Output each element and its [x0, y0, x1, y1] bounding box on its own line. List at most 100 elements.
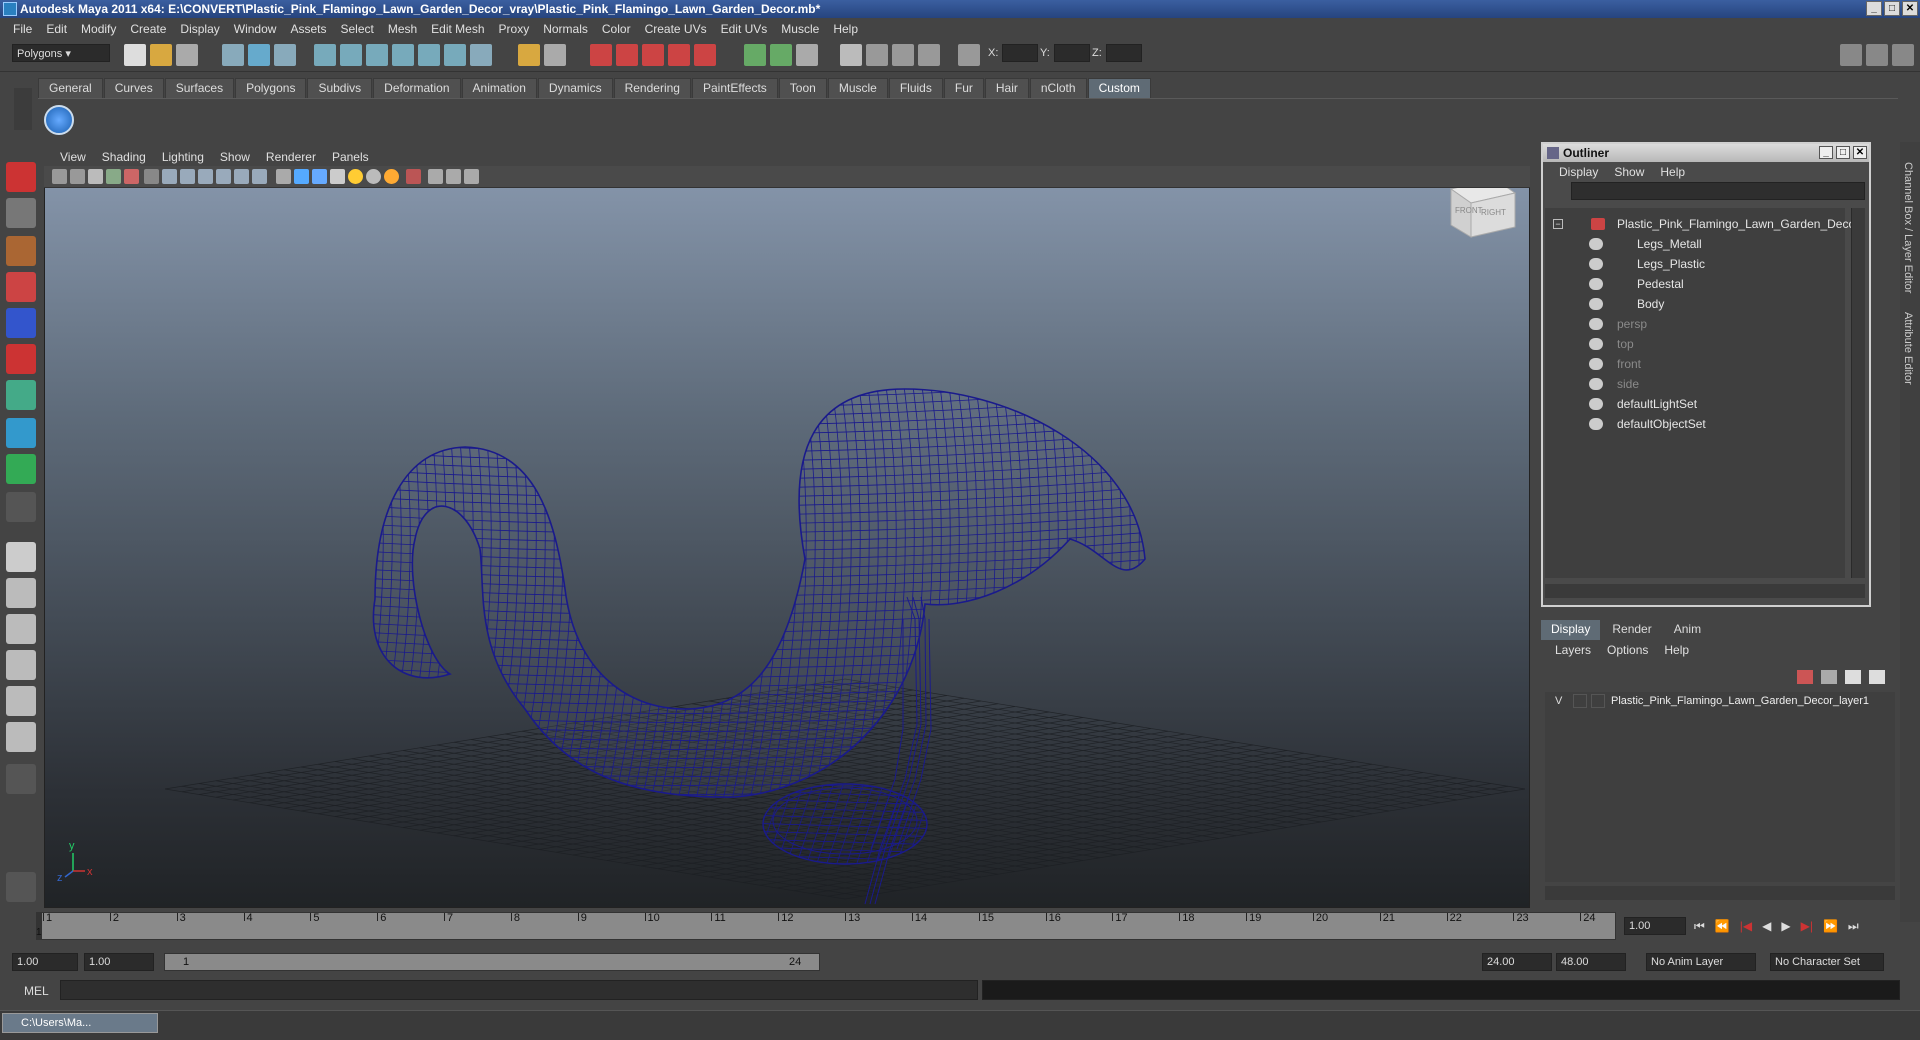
menu-file[interactable]: File [6, 22, 39, 36]
magnet-curve-icon[interactable] [616, 44, 638, 66]
selection-mask-icon[interactable] [544, 44, 566, 66]
tab-custom[interactable]: Custom [1087, 78, 1151, 98]
tab-fur[interactable]: Fur [943, 78, 984, 98]
attribute-editor-toggle-icon[interactable] [1840, 44, 1862, 66]
time-slider[interactable]: 1 2 3 4 5 6 7 8 9 10 11 12 13 14 15 16 17 18 19 20 21 22 23 24 [36, 912, 1616, 940]
snap-live-icon[interactable] [418, 44, 440, 66]
current-time-field[interactable]: 1.00 [1624, 917, 1686, 935]
outliner-close-icon[interactable]: ✕ [1853, 146, 1867, 159]
checkmark-shelf-icon[interactable] [44, 105, 74, 135]
magnet-icon[interactable] [590, 44, 612, 66]
outliner-item[interactable]: Pedestal [1545, 274, 1845, 294]
shelf-menu-icon[interactable] [14, 88, 32, 130]
camera-bookmark-icon[interactable] [70, 169, 85, 184]
snap-grid-icon[interactable] [314, 44, 336, 66]
outliner-vertical-scrollbar[interactable] [1851, 208, 1865, 578]
textured-icon[interactable] [330, 169, 345, 184]
save-scene-icon[interactable] [176, 44, 198, 66]
tab-general[interactable]: General [38, 78, 103, 98]
character-set-dropdown[interactable]: No Character Set [1770, 953, 1884, 971]
resolution-gate-icon[interactable] [180, 169, 195, 184]
render-settings-icon[interactable] [918, 44, 940, 66]
outliner-menu-help[interactable]: Help [1652, 165, 1693, 179]
new-scene-icon[interactable] [124, 44, 146, 66]
field-chart-icon[interactable] [216, 169, 231, 184]
go-to-end-icon[interactable]: ⏭ [1848, 919, 1859, 934]
rotate-tool-icon[interactable] [6, 308, 36, 338]
collapse-toggle-icon[interactable]: − [1553, 219, 1563, 229]
vp-menu-shading[interactable]: Shading [94, 150, 154, 164]
xray-joints-icon[interactable] [446, 169, 461, 184]
menu-window[interactable]: Window [227, 22, 284, 36]
outliner-minimize-icon[interactable]: _ [1819, 146, 1833, 159]
go-to-start-icon[interactable]: ⏮ [1694, 919, 1705, 934]
z-input[interactable] [1106, 44, 1142, 62]
menu-edit[interactable]: Edit [39, 22, 74, 36]
menu-create-uvs[interactable]: Create UVs [638, 22, 714, 36]
maximize-icon[interactable]: □ [1884, 1, 1900, 16]
menu-normals[interactable]: Normals [536, 22, 595, 36]
tab-toon[interactable]: Toon [778, 78, 827, 98]
range-slider[interactable]: 1 24 [164, 953, 820, 971]
transform-mode-icon[interactable] [958, 44, 980, 66]
step-back-frame-icon[interactable]: |◀ [1740, 919, 1752, 934]
menu-color[interactable]: Color [595, 22, 638, 36]
mel-label[interactable]: MEL [24, 984, 49, 998]
magnet-point-icon[interactable] [642, 44, 664, 66]
image-plane-icon[interactable] [88, 169, 103, 184]
layer-color-swatch[interactable] [1591, 694, 1605, 708]
menu-mesh[interactable]: Mesh [381, 22, 424, 36]
anim-layer-dropdown[interactable]: No Anim Layer [1646, 953, 1756, 971]
channel-box-tab[interactable]: Channel Box / Layer Editor [1902, 162, 1914, 293]
safe-title-icon[interactable] [252, 169, 267, 184]
layer-menu-layers[interactable]: Layers [1547, 643, 1599, 657]
outliner-item[interactable]: Legs_Metall [1545, 234, 1845, 254]
tab-curves[interactable]: Curves [103, 78, 164, 98]
outliner-item[interactable]: top [1545, 334, 1845, 354]
help-tool-icon[interactable] [6, 872, 36, 902]
menu-edit-mesh[interactable]: Edit Mesh [424, 22, 491, 36]
perspective-viewport[interactable]: FRONT RIGHT y x z [44, 148, 1530, 908]
persp-outliner-layout-icon[interactable] [6, 614, 36, 644]
move-tool-icon[interactable] [6, 272, 36, 302]
layout-more-icon[interactable] [6, 764, 36, 794]
playback-start-field[interactable]: 1.00 [84, 953, 154, 971]
scale-tool-icon[interactable] [6, 344, 36, 374]
play-backwards-icon[interactable]: ◀ [1762, 919, 1771, 934]
lock-icon[interactable] [518, 44, 540, 66]
magnet-plane-icon[interactable] [668, 44, 690, 66]
tab-render-layers[interactable]: Render [1602, 620, 1661, 640]
channel-box-toggle-icon[interactable] [1892, 44, 1914, 66]
menu-proxy[interactable]: Proxy [492, 22, 537, 36]
select-tool-icon[interactable] [6, 162, 36, 192]
xray-components-icon[interactable] [464, 169, 479, 184]
grid-toggle-icon[interactable] [144, 169, 159, 184]
tab-surfaces[interactable]: Surfaces [164, 78, 235, 98]
select-hierarchy-icon[interactable] [222, 44, 244, 66]
wireframe-icon[interactable] [276, 169, 291, 184]
two-d-pan-icon[interactable] [106, 169, 121, 184]
paint-select-tool-icon[interactable] [6, 236, 36, 266]
move-layer-down-icon[interactable] [1821, 670, 1837, 684]
tab-deformation[interactable]: Deformation [373, 78, 461, 98]
tool-settings-toggle-icon[interactable] [1866, 44, 1888, 66]
menu-muscle[interactable]: Muscle [774, 22, 826, 36]
ipr-render-icon[interactable] [892, 44, 914, 66]
outliner-item[interactable]: defaultObjectSet [1545, 414, 1845, 434]
layer-visibility-toggle[interactable]: V [1555, 695, 1562, 707]
smooth-shade-icon[interactable] [294, 169, 309, 184]
animation-end-field[interactable]: 48.00 [1556, 953, 1626, 971]
tab-painteffects[interactable]: PaintEffects [691, 78, 778, 98]
persp-hypershade-layout-icon[interactable] [6, 686, 36, 716]
snap-view-icon[interactable] [444, 44, 466, 66]
outliner-item[interactable]: side [1545, 374, 1845, 394]
tab-polygons[interactable]: Polygons [235, 78, 307, 98]
tab-hair[interactable]: Hair [984, 78, 1029, 98]
safe-action-icon[interactable] [234, 169, 249, 184]
soft-mod-tool-icon[interactable] [6, 418, 36, 448]
outliner-filter-input[interactable] [1571, 182, 1865, 200]
move-layer-up-icon[interactable] [1797, 670, 1813, 684]
select-component-icon[interactable] [274, 44, 296, 66]
viewport-scene[interactable]: FRONT RIGHT y x z [45, 149, 1531, 909]
snap-point-icon[interactable] [366, 44, 388, 66]
